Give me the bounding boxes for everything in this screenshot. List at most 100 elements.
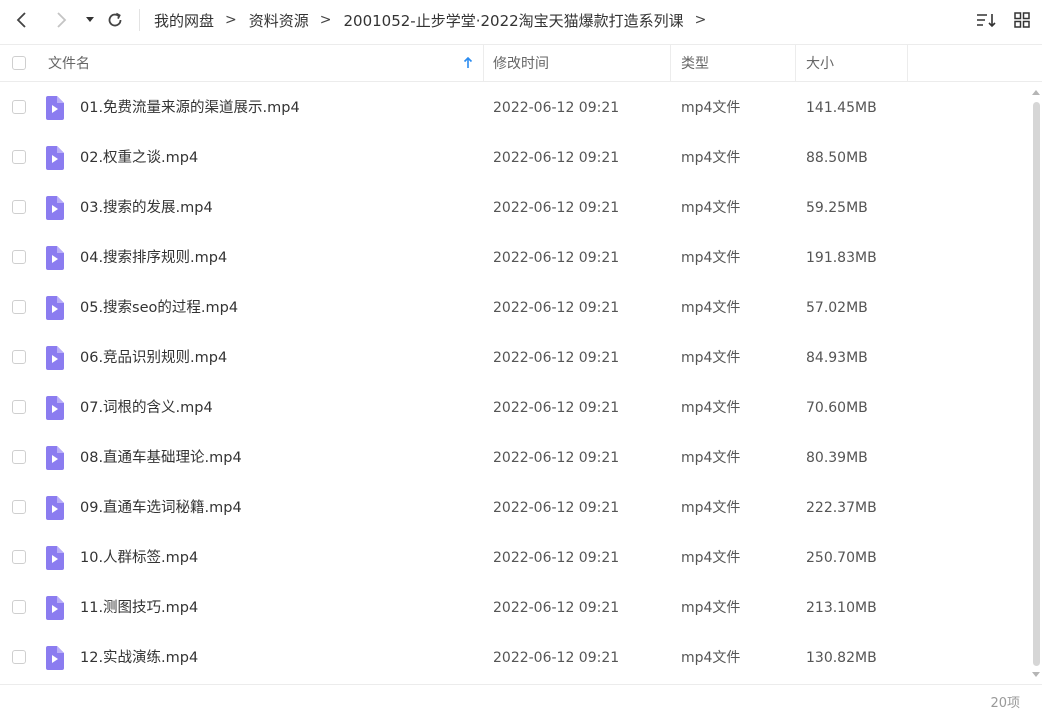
file-name[interactable]: 12.实战演练.mp4: [80, 633, 198, 683]
column-header-size[interactable]: 大小: [806, 45, 834, 81]
column-divider[interactable]: [670, 45, 671, 81]
file-type: mp4文件: [681, 550, 741, 566]
file-list-header: 文件名 修改时间 类型 大小: [0, 44, 1042, 82]
row-checkbox[interactable]: [12, 650, 26, 664]
sort-button[interactable]: [975, 9, 997, 31]
refresh-icon: [108, 12, 122, 27]
file-row[interactable]: 03.搜索的发展.mp4 2022-06-12 09:21 mp4文件 59.2…: [0, 183, 1030, 233]
file-size: 222.37MB: [806, 500, 877, 516]
file-name[interactable]: 04.搜索排序规则.mp4: [80, 233, 227, 283]
file-row[interactable]: 10.人群标签.mp4 2022-06-12 09:21 mp4文件 250.7…: [0, 533, 1030, 583]
video-file-icon: [46, 546, 64, 570]
breadcrumb-separator[interactable]: >: [695, 12, 707, 28]
row-checkbox[interactable]: [12, 450, 26, 464]
file-name[interactable]: 11.测图技巧.mp4: [80, 583, 198, 633]
nav-divider: [139, 9, 140, 31]
file-type: mp4文件: [681, 300, 741, 316]
row-checkbox[interactable]: [12, 250, 26, 264]
file-name[interactable]: 07.词根的含义.mp4: [80, 383, 213, 433]
arrow-up-icon: [463, 57, 473, 68]
file-type: mp4文件: [681, 250, 741, 266]
column-divider[interactable]: [907, 45, 908, 81]
file-type: mp4文件: [681, 600, 741, 616]
checkbox[interactable]: [12, 56, 26, 70]
file-row[interactable]: 02.权重之谈.mp4 2022-06-12 09:21 mp4文件 88.50…: [0, 133, 1030, 183]
breadcrumb-item-current[interactable]: 2001052-止步学堂·2022淘宝天猫爆款打造系列课: [344, 10, 684, 31]
column-header-name-label: 文件名: [48, 56, 90, 72]
row-checkbox[interactable]: [12, 500, 26, 514]
file-type: mp4文件: [681, 150, 741, 166]
file-row[interactable]: 04.搜索排序规则.mp4 2022-06-12 09:21 mp4文件 191…: [0, 233, 1030, 283]
file-row[interactable]: 07.词根的含义.mp4 2022-06-12 09:21 mp4文件 70.6…: [0, 383, 1030, 433]
row-checkbox[interactable]: [12, 150, 26, 164]
video-file-icon: [46, 246, 64, 270]
column-divider[interactable]: [483, 45, 484, 81]
file-name[interactable]: 10.人群标签.mp4: [80, 533, 198, 583]
file-type: mp4文件: [681, 650, 741, 666]
video-file-icon: [46, 446, 64, 470]
history-dropdown-button[interactable]: [78, 6, 102, 34]
row-checkbox[interactable]: [12, 300, 26, 314]
video-file-icon: [46, 596, 64, 620]
file-row[interactable]: 01.免费流量来源的渠道展示.mp4 2022-06-12 09:21 mp4文…: [0, 83, 1030, 133]
breadcrumb-separator: >: [225, 12, 237, 28]
column-header-size-label: 大小: [806, 56, 834, 72]
top-nav-bar: 我的网盘 > 资料资源 > 2001052-止步学堂·2022淘宝天猫爆款打造系…: [0, 0, 1042, 40]
row-checkbox[interactable]: [12, 350, 26, 364]
vertical-scrollbar[interactable]: [1030, 84, 1042, 684]
scroll-down-icon[interactable]: [1032, 672, 1040, 677]
breadcrumb: 我的网盘 > 资料资源 > 2001052-止步学堂·2022淘宝天猫爆款打造系…: [154, 0, 718, 40]
breadcrumb-item[interactable]: 我的网盘: [154, 10, 214, 31]
video-file-icon: [46, 96, 64, 120]
refresh-button[interactable]: [103, 6, 127, 34]
file-row[interactable]: 11.测图技巧.mp4 2022-06-12 09:21 mp4文件 213.1…: [0, 583, 1030, 633]
video-file-icon: [46, 346, 64, 370]
grid-view-button[interactable]: [1011, 9, 1033, 31]
file-row[interactable]: 12.实战演练.mp4 2022-06-12 09:21 mp4文件 130.8…: [0, 633, 1030, 683]
file-row[interactable]: 09.直通车选词秘籍.mp4 2022-06-12 09:21 mp4文件 22…: [0, 483, 1030, 533]
file-size: 84.93MB: [806, 350, 868, 366]
column-header-modified-label: 修改时间: [493, 56, 549, 72]
file-size: 191.83MB: [806, 250, 877, 266]
forward-button[interactable]: [49, 6, 73, 34]
column-header-type-label: 类型: [681, 56, 709, 72]
file-type: mp4文件: [681, 400, 741, 416]
scrollbar-thumb[interactable]: [1033, 102, 1040, 666]
file-name[interactable]: 06.竞品识别规则.mp4: [80, 333, 227, 383]
file-name[interactable]: 03.搜索的发展.mp4: [80, 183, 213, 233]
file-size: 88.50MB: [806, 150, 868, 166]
file-size: 57.02MB: [806, 300, 868, 316]
column-header-type[interactable]: 类型: [681, 45, 709, 81]
video-file-icon: [46, 296, 64, 320]
file-name[interactable]: 08.直通车基础理论.mp4: [80, 433, 242, 483]
file-size: 80.39MB: [806, 450, 868, 466]
file-size: 250.70MB: [806, 550, 877, 566]
file-type: mp4文件: [681, 100, 741, 116]
back-button[interactable]: [10, 6, 34, 34]
row-checkbox[interactable]: [12, 100, 26, 114]
grid-view-icon: [1014, 12, 1030, 28]
column-header-name[interactable]: 文件名: [48, 45, 478, 81]
file-name[interactable]: 02.权重之谈.mp4: [80, 133, 198, 183]
row-checkbox[interactable]: [12, 400, 26, 414]
column-header-modified[interactable]: 修改时间: [493, 45, 549, 81]
row-checkbox[interactable]: [12, 600, 26, 614]
file-name[interactable]: 05.搜索seo的过程.mp4: [80, 283, 238, 333]
file-row[interactable]: 05.搜索seo的过程.mp4 2022-06-12 09:21 mp4文件 5…: [0, 283, 1030, 333]
scroll-up-icon[interactable]: [1032, 90, 1040, 95]
video-file-icon: [46, 396, 64, 420]
file-name[interactable]: 01.免费流量来源的渠道展示.mp4: [80, 83, 300, 133]
column-divider[interactable]: [795, 45, 796, 81]
breadcrumb-separator: >: [319, 12, 332, 28]
breadcrumb-item[interactable]: 资料资源: [249, 10, 309, 31]
file-size: 213.10MB: [806, 600, 877, 616]
item-count: 20项: [990, 696, 1020, 711]
video-file-icon: [46, 646, 64, 670]
file-modified: 2022-06-12 09:21: [493, 100, 620, 116]
file-row[interactable]: 06.竞品识别规则.mp4 2022-06-12 09:21 mp4文件 84.…: [0, 333, 1030, 383]
row-checkbox[interactable]: [12, 200, 26, 214]
file-row[interactable]: 08.直通车基础理论.mp4 2022-06-12 09:21 mp4文件 80…: [0, 433, 1030, 483]
select-all-checkbox[interactable]: [12, 45, 26, 81]
row-checkbox[interactable]: [12, 550, 26, 564]
file-name[interactable]: 09.直通车选词秘籍.mp4: [80, 483, 242, 533]
